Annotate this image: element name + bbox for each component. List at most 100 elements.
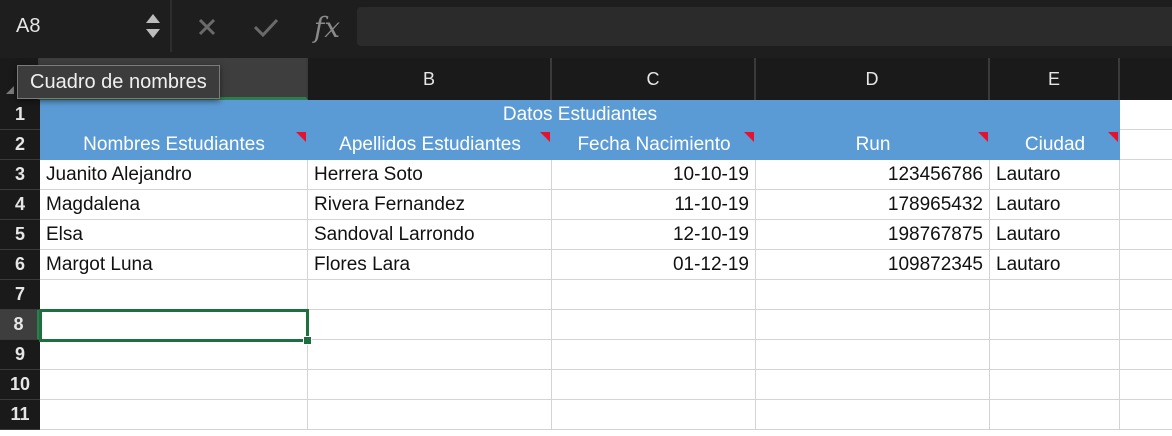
row-header-1[interactable]: 1 [0,100,40,130]
table-cell[interactable] [756,400,990,430]
table-cell[interactable] [990,310,1120,340]
table-cell[interactable] [1120,220,1172,250]
confirm-icon[interactable] [250,10,282,44]
insert-function-icon[interactable]: fx [308,10,346,44]
comment-indicator-icon[interactable] [978,132,988,142]
header-label: Run [855,134,891,155]
table-cell[interactable] [990,370,1120,400]
table-cell[interactable] [40,400,308,430]
header-cell-ciudad[interactable]: Ciudad [990,130,1120,160]
table-cell[interactable]: 01-12-19 [552,250,756,280]
table-cell[interactable] [990,340,1120,370]
table-cell[interactable] [308,340,552,370]
comment-indicator-icon[interactable] [296,132,306,142]
table-cell[interactable]: Lautaro [990,160,1120,190]
table-cell[interactable] [1120,340,1172,370]
column-header-c[interactable]: C [552,58,756,100]
table-title-cell[interactable]: Datos Estudiantes [40,100,1120,130]
table-cell[interactable] [308,310,552,340]
header-cell-fecha[interactable]: Fecha Nacimiento [552,130,756,160]
row-header-4[interactable]: 4 [0,190,40,220]
table-cell[interactable] [990,400,1120,430]
row-header-2[interactable]: 2 [0,130,40,160]
table-cell[interactable] [552,400,756,430]
table-cell[interactable]: Juanito Alejandro [40,160,308,190]
cell-f1[interactable] [1120,100,1172,130]
selected-cell-outline[interactable] [39,309,312,345]
name-box-value[interactable]: A8 [0,15,140,38]
spreadsheet-grid: B C D E 1 2 3 4 5 6 7 8 9 10 11 Datos Es… [0,58,1172,436]
table-cell[interactable] [552,280,756,310]
row-header-5[interactable]: 5 [0,220,40,250]
table-cell[interactable]: 109872345 [756,250,990,280]
table-cell[interactable] [308,370,552,400]
column-header-b[interactable]: B [308,58,552,100]
table-cell[interactable] [756,280,990,310]
table-cell[interactable] [552,310,756,340]
header-label: Fecha Nacimiento [577,134,731,155]
table-cell[interactable] [308,400,552,430]
comment-indicator-icon[interactable] [1108,132,1118,142]
header-cell-nombres[interactable]: Nombres Estudiantes [40,130,308,160]
comment-indicator-icon[interactable] [744,132,754,142]
table-cell[interactable]: 123456786 [756,160,990,190]
cancel-icon[interactable] [192,10,222,44]
table-cell[interactable] [552,370,756,400]
header-cell-run[interactable]: Run [756,130,990,160]
table-cell[interactable]: Rivera Fernandez [308,190,552,220]
table-cell[interactable]: 10-10-19 [552,160,756,190]
header-label: Ciudad [1024,134,1086,155]
row-header-11[interactable]: 11 [0,400,40,430]
table-cell[interactable] [756,340,990,370]
row-header-10[interactable]: 10 [0,370,40,400]
name-box-stepper[interactable] [140,0,166,52]
table-cell[interactable] [1120,190,1172,220]
cell-f2[interactable] [1120,130,1172,160]
table-cell[interactable] [40,370,308,400]
table-cell[interactable] [756,310,990,340]
table-cell[interactable]: 11-10-19 [552,190,756,220]
row-header-9[interactable]: 9 [0,340,40,370]
table-cell[interactable] [1120,160,1172,190]
table-cell[interactable]: 12-10-19 [552,220,756,250]
table-cell[interactable]: Margot Luna [40,250,308,280]
table-cell[interactable] [552,340,756,370]
table-cell[interactable] [1120,370,1172,400]
name-box-tooltip: Cuadro de nombres [17,65,220,99]
table-cell[interactable]: 178965432 [756,190,990,220]
table-cell[interactable]: Magdalena [40,190,308,220]
table-cell[interactable]: Lautaro [990,220,1120,250]
row-header-6[interactable]: 6 [0,250,40,280]
table-cell[interactable] [1120,280,1172,310]
table-cell[interactable] [40,340,308,370]
formula-bar: A8 fx [0,0,1172,58]
fill-handle[interactable] [303,336,312,345]
column-header-f[interactable] [1120,58,1172,100]
table-cell[interactable] [40,280,308,310]
formula-input[interactable] [357,7,1172,46]
comment-indicator-icon[interactable] [540,132,550,142]
table-cell[interactable]: 198767875 [756,220,990,250]
table-cell[interactable] [990,280,1120,310]
header-cell-apellidos[interactable]: Apellidos Estudiantes [308,130,552,160]
column-header-d[interactable]: D [756,58,990,100]
table-cell[interactable] [1120,310,1172,340]
table-cell[interactable]: Lautaro [990,250,1120,280]
chevron-up-icon[interactable] [146,14,160,23]
row-header-8[interactable]: 8 [0,310,40,340]
chevron-down-icon[interactable] [146,29,160,38]
table-cell[interactable]: Flores Lara [308,250,552,280]
name-box[interactable]: A8 [0,0,170,52]
table-cell[interactable]: Lautaro [990,190,1120,220]
table-cell[interactable] [1120,400,1172,430]
table-cell[interactable] [308,280,552,310]
column-header-e[interactable]: E [990,58,1120,100]
row-header-3[interactable]: 3 [0,160,40,190]
table-cell[interactable]: Herrera Soto [308,160,552,190]
formula-bar-divider [170,0,172,52]
row-header-7[interactable]: 7 [0,280,40,310]
table-cell[interactable]: Sandoval Larrondo [308,220,552,250]
table-cell[interactable] [1120,250,1172,280]
table-cell[interactable]: Elsa [40,220,308,250]
table-cell[interactable] [756,370,990,400]
